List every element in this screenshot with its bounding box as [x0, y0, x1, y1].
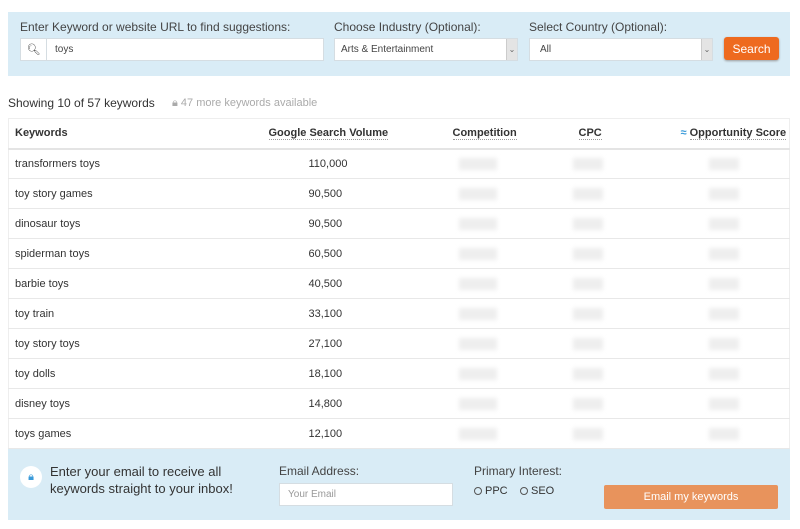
- table-row: barbie toys 40,500: [8, 268, 790, 299]
- header-competition[interactable]: Competition: [418, 118, 537, 150]
- table-row: toys games 12,100: [8, 418, 790, 449]
- competition-cell: [418, 148, 537, 179]
- keyword-input[interactable]: 🔍︎ toys: [20, 38, 324, 61]
- competition-cell: [418, 178, 537, 209]
- opportunity-cell: [638, 328, 790, 359]
- wave-icon: ≈: [680, 127, 687, 140]
- table-row: toy dolls 18,100: [8, 358, 790, 389]
- search-panel: Enter Keyword or website URL to find sug…: [8, 12, 790, 76]
- chevron-down-icon: ⌄: [506, 39, 517, 60]
- cpc-cell: [536, 268, 639, 299]
- table-row: dinosaur toys 90,500: [8, 208, 790, 239]
- header-volume[interactable]: Google Search Volume: [208, 118, 419, 150]
- email-keywords-button[interactable]: Email my keywords: [604, 485, 778, 509]
- volume-cell: 14,800: [208, 388, 419, 419]
- cpc-cell: [536, 238, 639, 269]
- opportunity-cell: [638, 358, 790, 389]
- header-opportunity[interactable]: ≈ Opportunity Score: [638, 118, 790, 150]
- email-promo: Enter your email to receive all keywords…: [50, 464, 233, 496]
- cpc-cell: [536, 298, 639, 329]
- cpc-cell: [536, 208, 639, 239]
- keyword-cell: barbie toys: [8, 268, 209, 299]
- radio-seo[interactable]: SEO: [520, 485, 554, 497]
- volume-cell: 110,000: [208, 148, 419, 179]
- volume-cell: 40,500: [208, 268, 419, 299]
- table-row: spiderman toys 60,500: [8, 238, 790, 269]
- opportunity-cell: [638, 148, 790, 179]
- table-row: toy story toys 27,100: [8, 328, 790, 359]
- table-row: disney toys 14,800: [8, 388, 790, 419]
- volume-cell: 60,500: [208, 238, 419, 269]
- table-row: toy train 33,100: [8, 298, 790, 329]
- cpc-cell: [536, 358, 639, 389]
- volume-cell: 33,100: [208, 298, 419, 329]
- competition-cell: [418, 388, 537, 419]
- keyword-cell: toy dolls: [8, 358, 209, 389]
- radio-ppc[interactable]: PPC: [474, 485, 508, 497]
- keyword-cell: toy story toys: [8, 328, 209, 359]
- volume-cell: 90,500: [208, 178, 419, 209]
- volume-cell: 27,100: [208, 328, 419, 359]
- country-label: Select Country (Optional):: [529, 20, 668, 34]
- keyword-cell: toy train: [8, 298, 209, 329]
- competition-cell: [418, 298, 537, 329]
- country-value: All: [540, 44, 552, 55]
- cpc-cell: [536, 388, 639, 419]
- interest-label: Primary Interest:: [474, 464, 563, 478]
- cpc-cell: [536, 148, 639, 179]
- industry-label: Choose Industry (Optional):: [334, 20, 481, 34]
- industry-value: Arts & Entertainment: [341, 44, 434, 55]
- more-keywords-text: 47 more keywords available: [180, 97, 318, 109]
- keywords-table: Keywords Google Search Volume Competitio…: [8, 118, 790, 449]
- competition-cell: [418, 418, 537, 449]
- results-count: Showing 10 of 57 keywords: [8, 96, 155, 110]
- lock-icon: 🔒︎: [172, 97, 178, 109]
- industry-select[interactable]: Arts & Entertainment ⌄: [334, 38, 518, 61]
- search-icon: 🔍︎: [21, 39, 47, 60]
- email-label: Email Address:: [279, 464, 360, 478]
- opportunity-cell: [638, 238, 790, 269]
- volume-cell: 90,500: [208, 208, 419, 239]
- chevron-down-icon: ⌄: [701, 39, 712, 60]
- keyword-cell: spiderman toys: [8, 238, 209, 269]
- opportunity-cell: [638, 298, 790, 329]
- table-row: transformers toys 110,000: [8, 148, 790, 179]
- cpc-cell: [536, 328, 639, 359]
- header-keywords: Keywords: [8, 118, 209, 150]
- lock-icon: 🔒︎: [20, 466, 42, 488]
- keyword-cell: dinosaur toys: [8, 208, 209, 239]
- cpc-cell: [536, 178, 639, 209]
- competition-cell: [418, 328, 537, 359]
- more-keywords: 🔒︎ 47 more keywords available: [172, 97, 317, 110]
- competition-cell: [418, 238, 537, 269]
- competition-cell: [418, 208, 537, 239]
- country-select[interactable]: All ⌄: [529, 38, 713, 61]
- volume-cell: 18,100: [208, 358, 419, 389]
- header-cpc[interactable]: CPC: [536, 118, 639, 150]
- search-button[interactable]: Search: [724, 37, 779, 60]
- keyword-cell: toys games: [8, 418, 209, 449]
- cpc-cell: [536, 418, 639, 449]
- opportunity-cell: [638, 178, 790, 209]
- email-panel: 🔒︎ Enter your email to receive all keywo…: [8, 449, 790, 520]
- opportunity-cell: [638, 418, 790, 449]
- table-row: toy story games 90,500: [8, 178, 790, 209]
- keyword-label: Enter Keyword or website URL to find sug…: [20, 20, 291, 34]
- keyword-cell: disney toys: [8, 388, 209, 419]
- opportunity-cell: [638, 388, 790, 419]
- keyword-cell: transformers toys: [8, 148, 209, 179]
- opportunity-cell: [638, 208, 790, 239]
- competition-cell: [418, 268, 537, 299]
- competition-cell: [418, 358, 537, 389]
- keyword-cell: toy story games: [8, 178, 209, 209]
- keyword-value: toys: [55, 44, 74, 55]
- email-input[interactable]: Your Email: [279, 483, 453, 506]
- opportunity-cell: [638, 268, 790, 299]
- volume-cell: 12,100: [208, 418, 419, 449]
